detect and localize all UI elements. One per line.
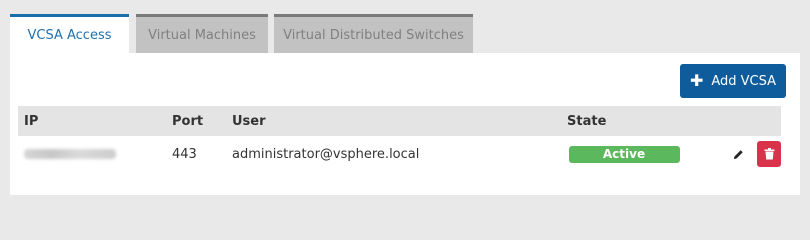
table-header-row: IP Port User State bbox=[18, 106, 781, 136]
vcsa-table: IP Port User State 443 administrator@vsp… bbox=[18, 106, 781, 172]
tab-virtual-machines[interactable]: Virtual Machines bbox=[136, 14, 268, 54]
cell-port: 443 bbox=[172, 146, 197, 162]
delete-button[interactable] bbox=[757, 141, 781, 167]
pencil-icon bbox=[727, 149, 751, 160]
redacted-ip bbox=[24, 149, 116, 159]
column-header-user: User bbox=[226, 106, 561, 136]
cell-ip bbox=[18, 136, 166, 172]
add-vcsa-label: Add VCSA bbox=[711, 73, 777, 89]
plus-icon: ✚ bbox=[689, 71, 704, 90]
column-header-actions bbox=[681, 106, 781, 136]
tab-bar: VCSA Access Virtual Machines Virtual Dis… bbox=[10, 14, 800, 54]
table-row: 443 administrator@vsphere.local Active bbox=[18, 136, 781, 172]
cell-actions bbox=[681, 136, 781, 172]
add-vcsa-button[interactable]: ✚ Add VCSA bbox=[680, 64, 786, 98]
cell-state: Active bbox=[561, 136, 681, 172]
trash-icon bbox=[757, 148, 781, 160]
column-header-ip: IP bbox=[18, 106, 166, 136]
cell-user: administrator@vsphere.local bbox=[232, 146, 420, 162]
tab-virtual-distributed-switches[interactable]: Virtual Distributed Switches bbox=[274, 14, 473, 54]
edit-button[interactable] bbox=[726, 141, 751, 167]
status-badge: Active bbox=[568, 145, 680, 163]
column-header-port: Port bbox=[166, 106, 226, 136]
vcsa-access-panel: ✚ Add VCSA IP Port User State 443 admini… bbox=[10, 53, 800, 195]
tab-vcsa-access[interactable]: VCSA Access bbox=[10, 14, 129, 54]
column-header-state: State bbox=[561, 106, 681, 136]
